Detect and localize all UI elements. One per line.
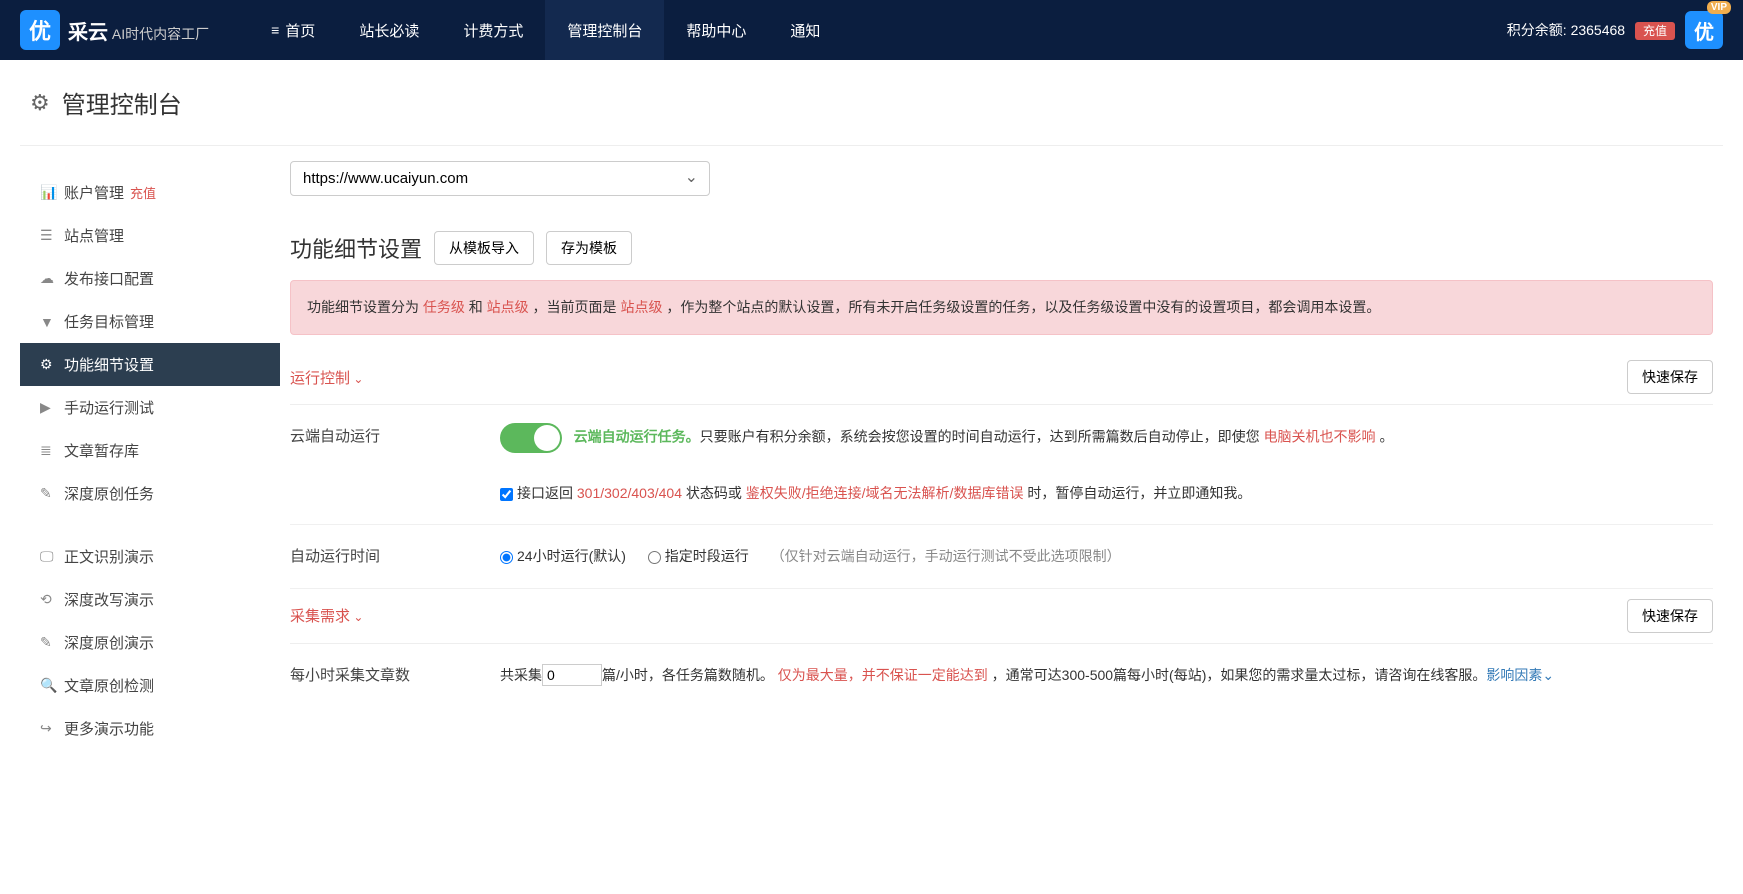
brand-tagline: AI时代内容工厂: [112, 26, 209, 42]
topbar: 优 采云 AI时代内容工厂 ≡首页站长必读计费方式管理控制台帮助中心通知 积分余…: [0, 0, 1743, 60]
sidebar-icon: ☁: [40, 270, 64, 287]
sidebar-item-正文识别演示[interactable]: 🖵正文识别演示: [20, 535, 280, 578]
sidebar-item-文章原创检测[interactable]: 🔍文章原创检测: [20, 664, 280, 707]
label-auto-time: 自动运行时间: [290, 543, 500, 570]
sidebar-icon: ✎: [40, 634, 64, 651]
sidebar-icon: ⚙: [40, 356, 64, 373]
sidebar-item-深度改写演示[interactable]: ⟲深度改写演示: [20, 578, 280, 621]
quick-save-button[interactable]: 快速保存: [1627, 360, 1713, 394]
sidebar-icon: ☰: [40, 227, 64, 244]
sidebar-item-发布接口配置[interactable]: ☁发布接口配置: [20, 257, 280, 300]
cloud-auto-toggle[interactable]: [500, 423, 562, 453]
sidebar-item-站点管理[interactable]: ☰站点管理: [20, 214, 280, 257]
section-title: 功能细节设置 从模板导入 存为模板: [290, 231, 1713, 265]
sidebar-icon: 📊: [40, 184, 64, 201]
label-cloud-auto: 云端自动运行: [290, 423, 500, 506]
topnav-计费方式[interactable]: 计费方式: [441, 0, 545, 60]
topnav-站长必读[interactable]: 站长必读: [337, 0, 441, 60]
sidebar: 📊账户管理充值☰站点管理☁发布接口配置▼任务目标管理⚙功能细节设置▶手动运行测试…: [20, 161, 280, 760]
page-title: 管理控制台: [62, 85, 182, 120]
sidebar-item-更多演示功能[interactable]: ↪更多演示功能: [20, 707, 280, 750]
vip-badge: VIP: [1707, 1, 1731, 14]
row-cloud-auto: 云端自动运行 云端自动运行任务。只要账户有积分余额，系统会按您设置的时间自动运行…: [290, 405, 1713, 525]
group-collect: 采集需求 快速保存: [290, 589, 1713, 644]
page-header: ⚙ 管理控制台: [20, 60, 1723, 146]
sidebar-item-深度原创演示[interactable]: ✎深度原创演示: [20, 621, 280, 664]
sidebar-icon: ▼: [40, 314, 64, 330]
topnav-首页[interactable]: ≡首页: [249, 0, 337, 60]
points-balance: 积分余额: 2365468 充值: [1507, 20, 1675, 40]
sidebar-icon: 🖵: [40, 548, 64, 565]
sidebar-item-账户管理[interactable]: 📊账户管理充值: [20, 171, 280, 214]
group-toggle-collect[interactable]: 采集需求: [290, 605, 363, 626]
sidebar-icon: ▶: [40, 399, 64, 416]
group-toggle-run[interactable]: 运行控制: [290, 367, 363, 388]
quick-save-button-2[interactable]: 快速保存: [1627, 599, 1713, 633]
row-auto-time: 自动运行时间 24小时运行(默认) 指定时段运行 （仅针对云端自动运行，手动运行…: [290, 525, 1713, 589]
group-run-control: 运行控制 快速保存: [290, 350, 1713, 405]
topnav: ≡首页站长必读计费方式管理控制台帮助中心通知: [249, 0, 842, 60]
pause-on-error-checkbox[interactable]: 接口返回 301/302/403/404 状态码或 鉴权失败/拒绝连接/域名无法…: [500, 485, 1251, 501]
user-avatar[interactable]: 优 VIP: [1685, 11, 1723, 49]
sidebar-icon: 🔍: [40, 677, 64, 694]
main: https://www.ucaiyun.com 功能细节设置 从模板导入 存为模…: [280, 161, 1723, 760]
sidebar-icon: ↪: [40, 720, 64, 737]
sidebar-item-文章暂存库[interactable]: ≣文章暂存库: [20, 429, 280, 472]
row-hourly-collect: 每小时采集文章数 共采集篇/小时，各任务篇数随机。 仅为最大量，并不保证一定能达…: [290, 644, 1713, 707]
sidebar-item-功能细节设置[interactable]: ⚙功能细节设置: [20, 343, 280, 386]
factors-link[interactable]: 影响因素⌄: [1486, 667, 1554, 683]
site-select[interactable]: https://www.ucaiyun.com: [290, 161, 710, 196]
gear-icon: ⚙: [30, 90, 50, 116]
import-template-button[interactable]: 从模板导入: [434, 231, 534, 265]
info-alert: 功能细节设置分为 任务级 和 站点级 ，当前页面是 站点级 ，作为整个站点的默认…: [290, 280, 1713, 335]
time-period-radio[interactable]: 指定时段运行: [648, 548, 749, 564]
save-template-button[interactable]: 存为模板: [546, 231, 632, 265]
brand-name: 采云: [68, 22, 108, 44]
time-24h-radio[interactable]: 24小时运行(默认): [500, 548, 626, 564]
topnav-帮助中心[interactable]: 帮助中心: [664, 0, 768, 60]
recharge-button[interactable]: 充值: [1635, 22, 1675, 40]
logo-icon: 优: [20, 10, 60, 50]
label-hourly-collect: 每小时采集文章数: [290, 662, 500, 689]
topnav-管理控制台[interactable]: 管理控制台: [545, 0, 664, 60]
logo[interactable]: 优 采云 AI时代内容工厂: [20, 10, 209, 50]
hourly-count-input[interactable]: [542, 664, 602, 686]
sidebar-item-深度原创任务[interactable]: ✎深度原创任务: [20, 472, 280, 515]
sidebar-icon: ✎: [40, 485, 64, 502]
topnav-通知[interactable]: 通知: [768, 0, 842, 60]
sidebar-icon: ≣: [40, 442, 64, 459]
sidebar-icon: ⟲: [40, 591, 64, 608]
sidebar-item-任务目标管理[interactable]: ▼任务目标管理: [20, 300, 280, 343]
sidebar-item-手动运行测试[interactable]: ▶手动运行测试: [20, 386, 280, 429]
